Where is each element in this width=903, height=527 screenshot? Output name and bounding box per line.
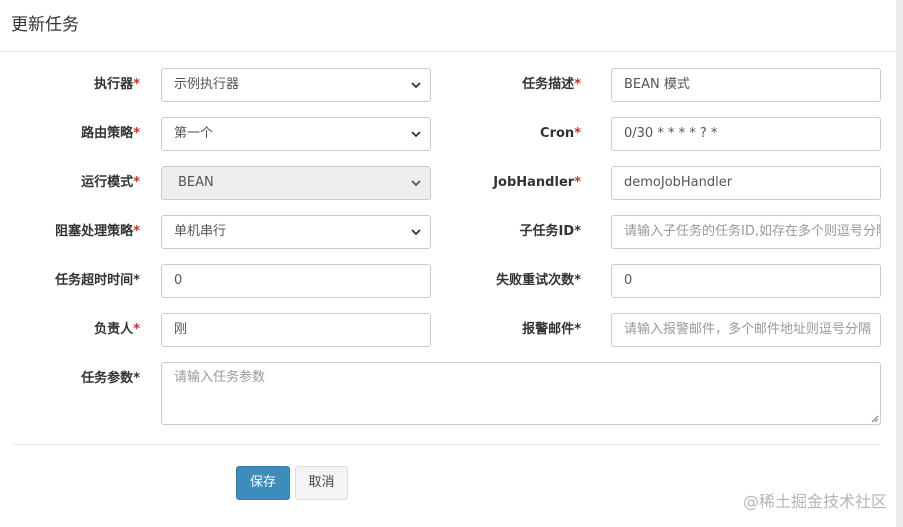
params-textarea[interactable]: 请输入任务参数 xyxy=(161,362,881,425)
task-desc-input[interactable]: BEAN 模式 xyxy=(611,68,881,102)
run-mode-select: BEAN xyxy=(161,166,431,200)
alarm-email-input[interactable]: 请输入报警邮件，多个邮件地址则逗号分隔 xyxy=(611,313,881,347)
retry-count-input[interactable]: 0 xyxy=(611,264,881,298)
task-desc-label: 任务描述* xyxy=(522,77,581,92)
route-strategy-select[interactable]: 第一个 xyxy=(161,117,431,151)
child-job-id-input[interactable]: 请输入子任务的任务ID,如存在多个则逗号分隔 xyxy=(611,215,881,249)
chevron-down-icon xyxy=(411,131,421,138)
route-strategy-label: 路由策略* xyxy=(81,126,140,141)
executor-select[interactable]: 示例执行器 xyxy=(161,68,431,102)
job-handler-label: JobHandler* xyxy=(493,175,581,190)
chevron-down-icon xyxy=(411,180,421,187)
job-handler-input[interactable]: demoJobHandler xyxy=(611,166,881,200)
cancel-button[interactable]: 取消 xyxy=(295,466,348,500)
executor-label: 执行器* xyxy=(94,77,140,92)
params-label: 任务参数* xyxy=(81,371,140,386)
cron-label: Cron* xyxy=(540,126,581,141)
timeout-label: 任务超时时间* xyxy=(55,273,140,288)
timeout-input[interactable]: 0 xyxy=(161,264,431,298)
cron-input[interactable]: 0/30 * * * * ? * xyxy=(611,117,881,151)
save-button[interactable]: 保存 xyxy=(236,466,290,500)
scrollbar-track[interactable] xyxy=(896,0,903,527)
retry-count-label: 失败重试次数* xyxy=(496,273,581,288)
resize-grip-icon[interactable] xyxy=(869,413,879,423)
modal-header: 更新任务 xyxy=(0,0,896,52)
author-label: 负责人* xyxy=(94,322,140,337)
chevron-down-icon xyxy=(411,82,421,89)
block-strategy-select[interactable]: 单机串行 xyxy=(161,215,431,249)
run-mode-label: 运行模式* xyxy=(81,175,140,190)
watermark: @稀土掘金技术社区 xyxy=(742,492,887,511)
modal-title: 更新任务 xyxy=(11,15,79,35)
block-strategy-label: 阻塞处理策略* xyxy=(55,224,140,239)
divider xyxy=(12,444,880,445)
author-input[interactable]: 刚 xyxy=(161,313,431,347)
update-task-modal: 更新任务 执行器* 示例执行器 任务描述* BEAN 模式 路由策略* 第一个 … xyxy=(0,0,903,527)
child-job-id-label: 子任务ID* xyxy=(519,224,581,239)
alarm-email-label: 报警邮件* xyxy=(522,322,581,337)
chevron-down-icon xyxy=(411,229,421,236)
